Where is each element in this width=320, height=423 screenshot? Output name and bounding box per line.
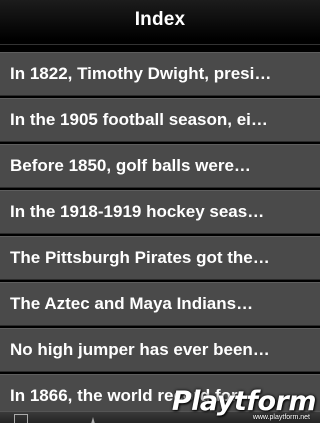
list-item[interactable]: The Aztec and Maya Indians… (0, 282, 320, 326)
list-item[interactable]: Before 1850, golf balls were… (0, 144, 320, 188)
list-item-label: Before 1850, golf balls were… (10, 156, 251, 175)
watermark: Playtform www.playtform.net (166, 386, 317, 422)
list-item-label: In 1822, Timothy Dwight, presi… (10, 64, 272, 83)
list-item-label: In the 1905 football season, ei… (10, 110, 268, 129)
list-item-label: The Pittsburgh Pirates got the… (10, 248, 270, 267)
favorites-icon-glyph (91, 417, 95, 423)
index-list: In 1822, Timothy Dwight, presi… In the 1… (0, 52, 320, 416)
favorites-icon[interactable] (86, 414, 100, 423)
navigation-bar: Index (0, 0, 320, 45)
list-item-label: In the 1918-1919 hockey seas… (10, 202, 265, 221)
list-item[interactable]: In the 1905 football season, ei… (0, 98, 320, 142)
list-item[interactable]: In 1822, Timothy Dwight, presi… (0, 52, 320, 96)
list-item[interactable]: In the 1918-1919 hockey seas… (0, 190, 320, 234)
nav-title: Index (134, 9, 186, 30)
app-screen: Index In 1822, Timothy Dwight, presi… In… (0, 0, 320, 423)
watermark-logo: Playtform (171, 386, 317, 417)
list-item[interactable]: The Pittsburgh Pirates got the… (0, 236, 320, 280)
list-item-label: No high jumper has ever been… (10, 340, 270, 359)
index-icon[interactable] (14, 414, 28, 423)
list-item[interactable]: No high jumper has ever been… (0, 328, 320, 372)
list-item-label: The Aztec and Maya Indians… (10, 294, 254, 313)
watermark-url: www.playtform.net (252, 414, 310, 421)
